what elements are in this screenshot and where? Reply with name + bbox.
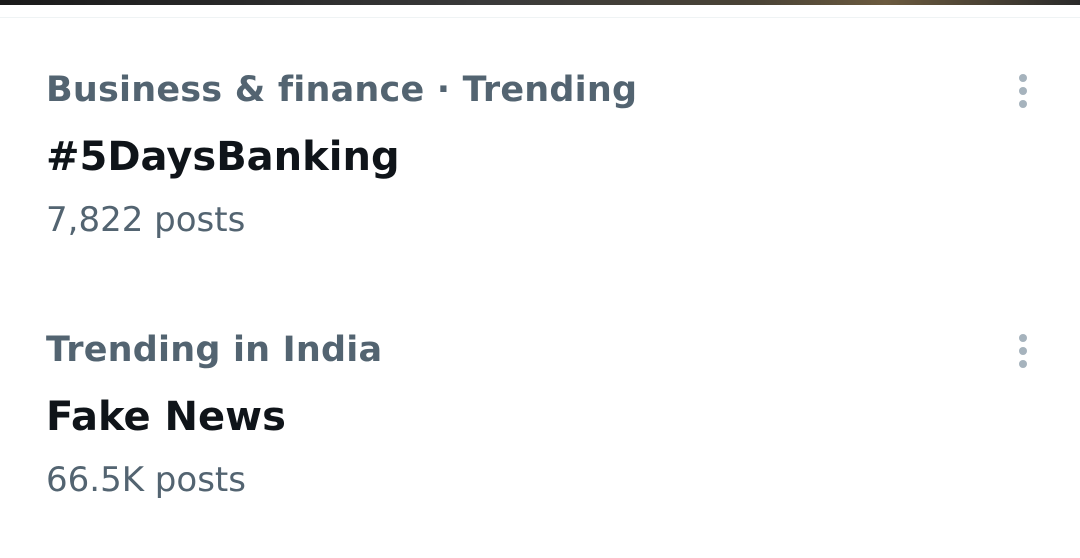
top-media-image-edge (0, 0, 1080, 5)
trend-context: Trending in India (46, 330, 383, 370)
trend-post-count: 7,822 posts (46, 200, 246, 240)
trend-more-button[interactable] (1000, 68, 1046, 114)
trend-context: Business & finance · Trending (46, 70, 638, 110)
section-divider (0, 17, 1080, 18)
trend-post-count: 66.5K posts (46, 460, 246, 500)
more-vertical-icon (1019, 334, 1027, 368)
trend-item[interactable]: Business & finance · Trending #5DaysBank… (0, 58, 1080, 298)
trend-title: Fake News (46, 394, 286, 440)
trend-more-button[interactable] (1000, 328, 1046, 374)
trend-title: #5DaysBanking (46, 134, 400, 180)
more-vertical-icon (1019, 74, 1027, 108)
trend-item[interactable]: Trending in India Fake News 66.5K posts (0, 318, 1080, 558)
